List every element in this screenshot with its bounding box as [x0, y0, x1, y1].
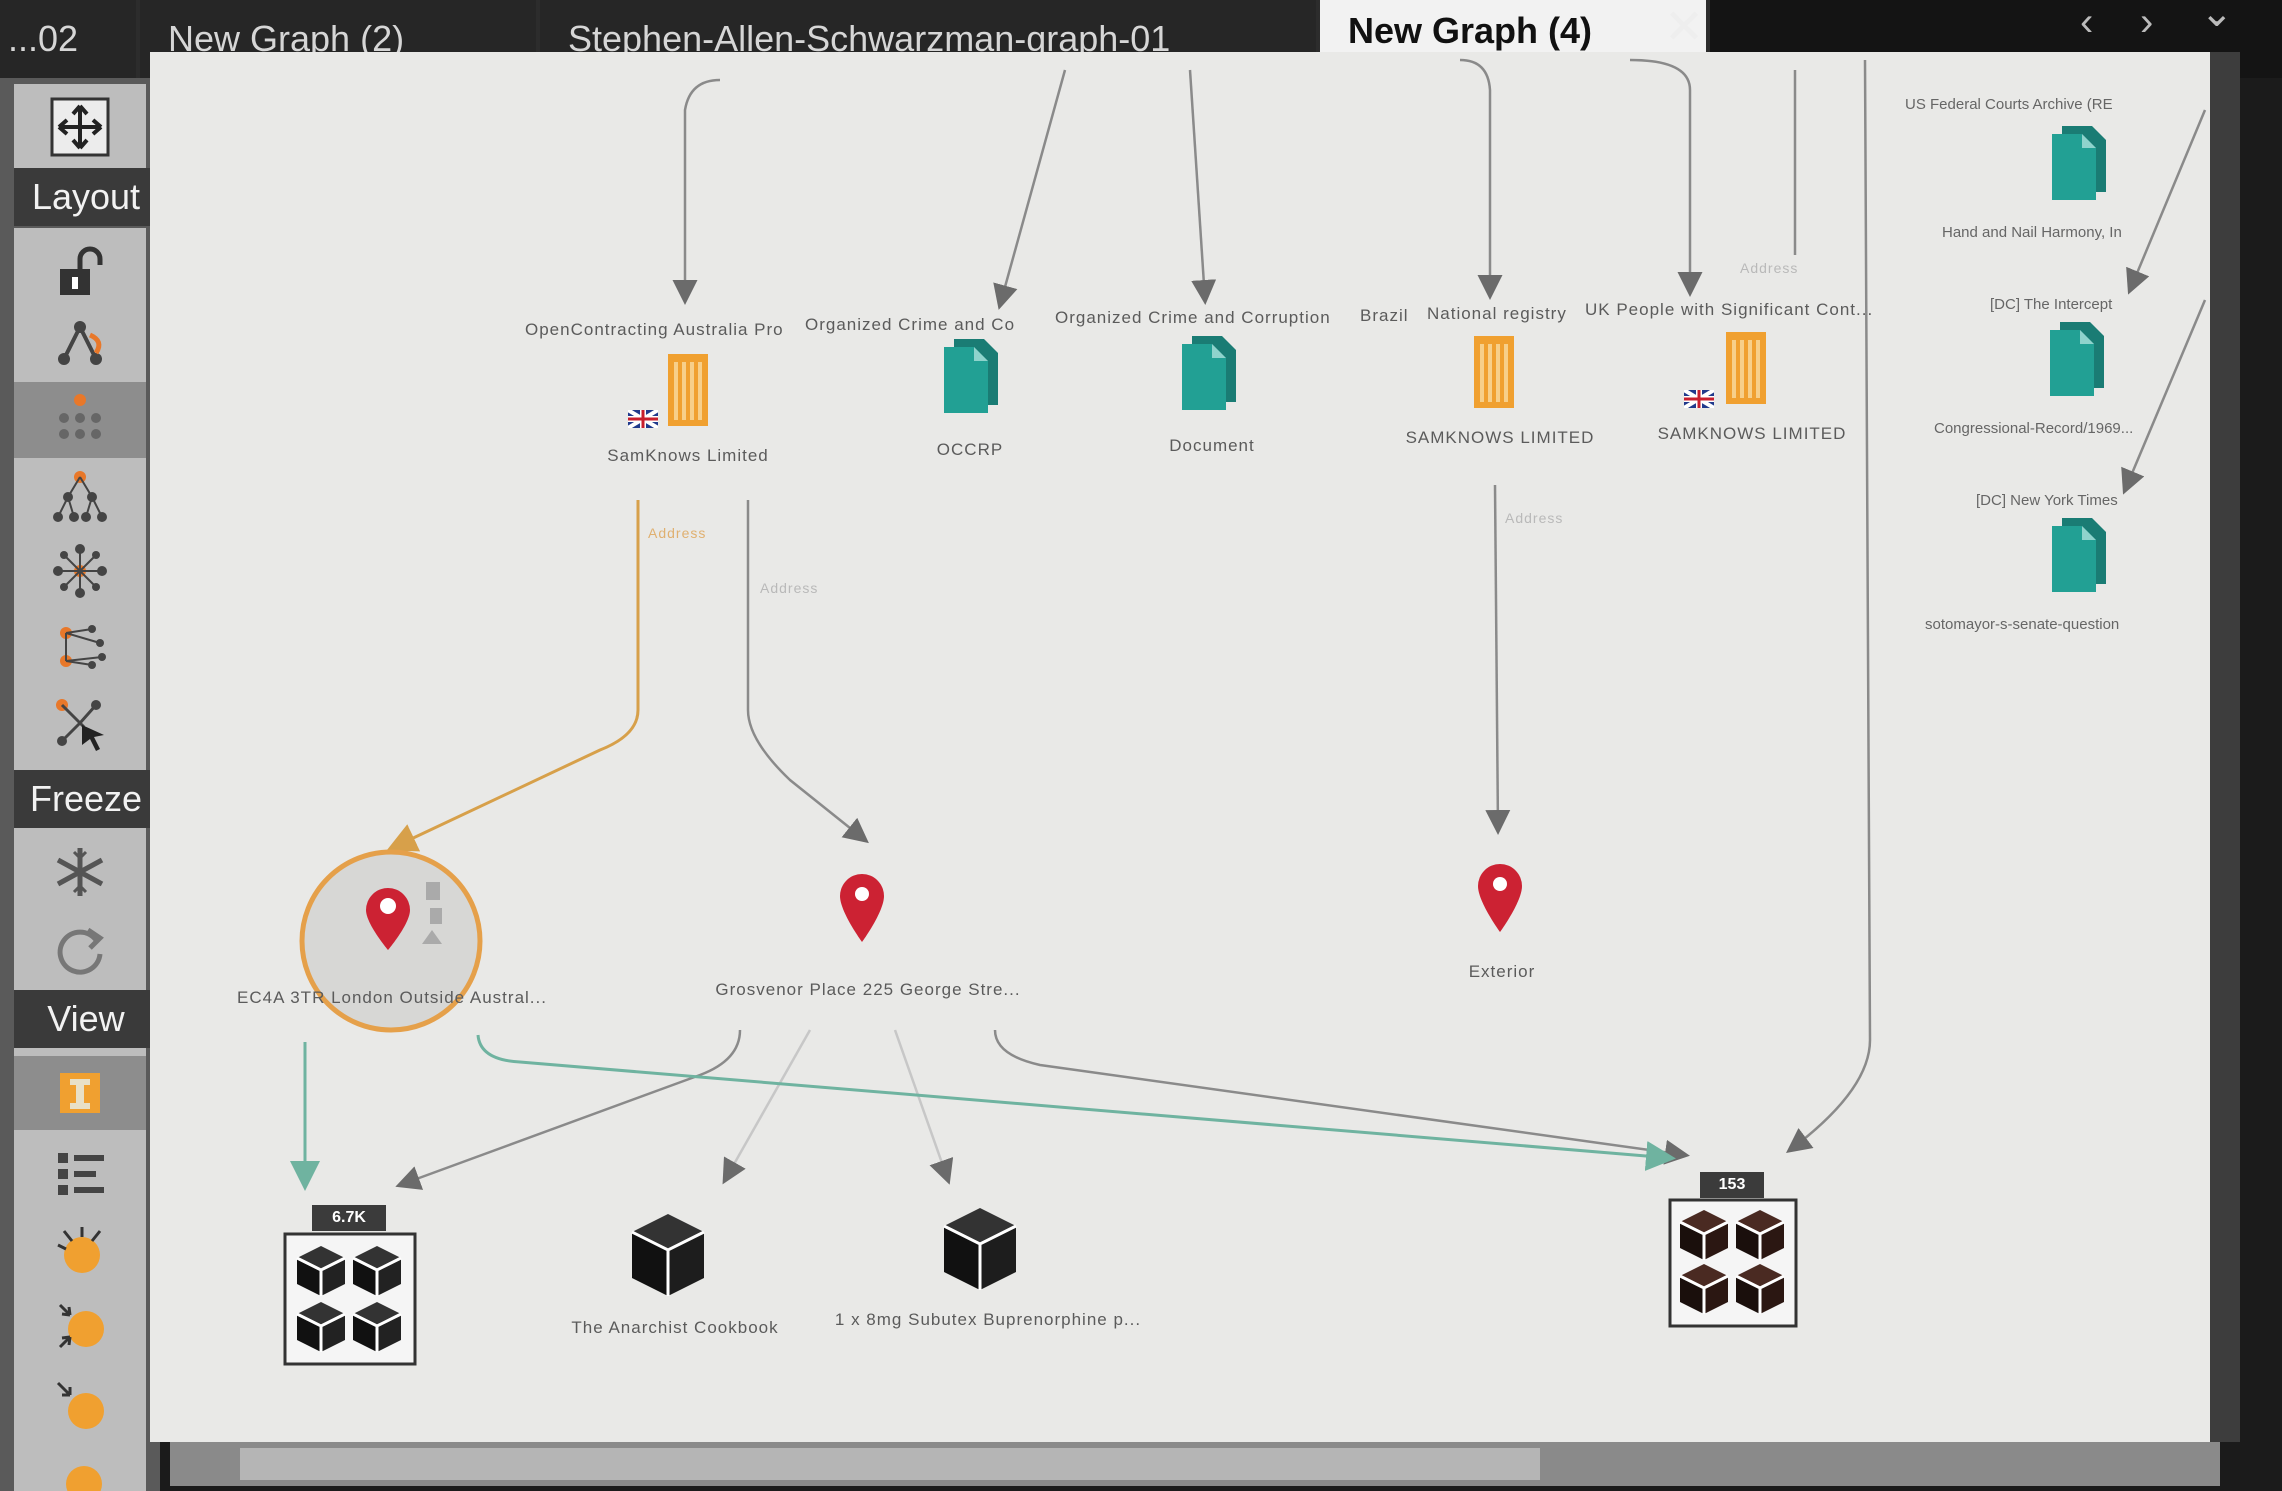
node-label: EC4A 3TR London Outside Austral...: [237, 988, 547, 1007]
node-label: Hand and Nail Harmony, In: [1942, 224, 2122, 241]
building-icon: [1726, 332, 1766, 404]
node-label: Grosvenor Place 225 George Stre...: [715, 980, 1021, 999]
edge[interactable]: [1188, 69, 1217, 305]
node-label: 1 x 8mg Subutex Buprenorphine p...: [834, 1310, 1142, 1329]
uk-flag-icon: [1682, 388, 1716, 413]
document-node[interactable]: [1178, 332, 1240, 419]
dataset-label: UK People with Significant Cont...: [1585, 300, 1874, 319]
edge[interactable]: [746, 500, 869, 844]
document-node[interactable]: [940, 335, 1002, 422]
edge-label: Address: [1505, 510, 1564, 526]
node-label: SAMKNOWS LIMITED: [1405, 428, 1595, 447]
count-badge: 153: [1700, 1172, 1764, 1198]
node-label: [DC] The Intercept: [1990, 296, 2113, 313]
edge[interactable]: [993, 1029, 1690, 1165]
document-node[interactable]: [2048, 122, 2110, 209]
dataset-label: Brazil: [1360, 306, 1409, 325]
cluster-node[interactable]: [283, 1232, 417, 1371]
building-icon: [1474, 336, 1514, 408]
dataset-label: National registry: [1427, 304, 1567, 323]
map-pin-icon: [840, 874, 884, 942]
node-label: The Anarchist Cookbook: [571, 1318, 779, 1337]
thing-node[interactable]: [942, 1206, 1018, 1297]
cluster-node[interactable]: [1668, 1198, 1798, 1333]
edge[interactable]: [672, 78, 721, 305]
edge-address[interactable]: [386, 500, 640, 852]
node-label: sotomayor-s-senate-question: [1925, 616, 2120, 633]
edge[interactable]: [1459, 58, 1503, 300]
node-label: Document: [1169, 436, 1255, 455]
address-node[interactable]: [838, 872, 886, 949]
node-label: SAMKNOWS LIMITED: [1657, 424, 1847, 443]
edge-label: Address: [760, 580, 819, 596]
edge[interactable]: [893, 1029, 954, 1185]
node-label: Congressional-Record/1969...: [1934, 420, 2134, 437]
company-node[interactable]: [1470, 330, 1518, 415]
node-label: US Federal Courts Archive (RE: [1905, 96, 2113, 113]
document-icon: [2050, 322, 2104, 396]
dataset-label: Organized Crime and Corruption: [1055, 308, 1331, 327]
document-icon: [944, 339, 998, 413]
address-node[interactable]: [1476, 862, 1524, 939]
edge[interactable]: [1629, 58, 1703, 297]
node-label: [DC] New York Times: [1976, 492, 2118, 509]
dataset-label: OpenContracting Australia Pro: [525, 320, 784, 339]
edge[interactable]: [395, 1029, 742, 1190]
cube-icon: [631, 1214, 705, 1296]
node-label: SamKnows Limited: [607, 446, 769, 465]
cubes-cluster-icon: [283, 1232, 417, 1366]
document-icon: [1182, 336, 1236, 410]
document-icon: [2052, 126, 2106, 200]
edge[interactable]: [476, 1034, 1676, 1171]
edge[interactable]: [993, 69, 1067, 310]
map-pin-icon: [1478, 864, 1522, 932]
dataset-label: Organized Crime and Co: [805, 315, 1016, 334]
cube-icon: [943, 1208, 1017, 1290]
edge[interactable]: [1786, 59, 1872, 1154]
document-icon: [2052, 518, 2106, 592]
edge-label: Address: [1740, 260, 1799, 276]
count-badge: 6.7K: [312, 1205, 386, 1231]
cubes-cluster-icon: [1668, 1198, 1798, 1328]
thing-node[interactable]: [630, 1212, 706, 1303]
company-node[interactable]: [1722, 326, 1770, 411]
uk-flag-icon: [626, 408, 660, 433]
document-node[interactable]: [2046, 318, 2108, 405]
node-label: Exterior: [1468, 962, 1536, 981]
company-node[interactable]: [664, 348, 712, 433]
node-label: OCCRP: [936, 440, 1004, 459]
edge[interactable]: [1485, 484, 1511, 835]
building-icon: [668, 354, 708, 426]
edge-label: Address: [648, 525, 707, 541]
document-node[interactable]: [2048, 514, 2110, 601]
selected-address-node[interactable]: [298, 848, 484, 1039]
edge[interactable]: [722, 1029, 812, 1185]
edge[interactable]: [2121, 299, 2207, 495]
edge[interactable]: [2126, 109, 2207, 295]
